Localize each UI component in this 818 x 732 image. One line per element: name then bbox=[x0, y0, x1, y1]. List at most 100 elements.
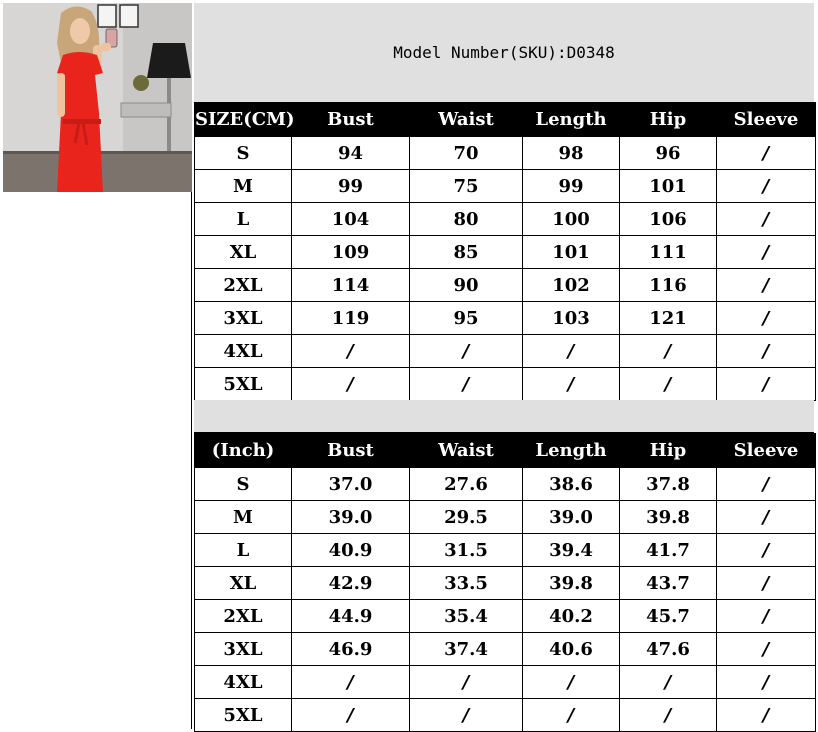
column-header: Waist bbox=[409, 102, 523, 137]
model-number-text: Model Number(SKU):D0348 bbox=[393, 43, 615, 62]
model-number-header: Model Number(SKU):D0348 bbox=[194, 3, 814, 102]
measurement-cell: / bbox=[291, 367, 410, 401]
measurement-cell: 40.6 bbox=[522, 632, 620, 666]
measurement-cell: 104 bbox=[291, 202, 410, 236]
table-row: S 37.0 27.6 38.6 37.8/ bbox=[194, 467, 816, 501]
measurement-cell: 35.4 bbox=[409, 599, 523, 633]
table-row: M 39.0 29.5 39.0 39.8/ bbox=[194, 500, 816, 534]
measurement-cell: 37.0 bbox=[291, 467, 410, 501]
measurement-cell: / bbox=[619, 367, 717, 401]
size-label-cell: 2XL bbox=[194, 268, 292, 302]
table-row: 4XL / / / / / bbox=[194, 334, 816, 368]
size-label-cell: XL bbox=[194, 566, 292, 600]
measurement-cell: / bbox=[522, 698, 620, 732]
measurement-cell: / bbox=[291, 665, 410, 699]
measurement-cell: 116 bbox=[619, 268, 717, 302]
measurement-cell: 38.6 bbox=[522, 467, 620, 501]
size-label-cell: S bbox=[194, 467, 292, 501]
measurement-cell: / bbox=[716, 367, 816, 401]
table-separator bbox=[194, 400, 814, 433]
measurement-cell: 95 bbox=[409, 301, 523, 335]
size-label-cell: M bbox=[194, 169, 292, 203]
measurement-cell: / bbox=[716, 334, 816, 368]
measurement-cell: 31.5 bbox=[409, 533, 523, 567]
size-label-cell: L bbox=[194, 533, 292, 567]
measurement-cell: 33.5 bbox=[409, 566, 523, 600]
measurement-cell: 37.4 bbox=[409, 632, 523, 666]
measurement-cell: 101 bbox=[522, 235, 620, 269]
column-header: Bust bbox=[291, 433, 410, 468]
measurement-cell: 42.9 bbox=[291, 566, 410, 600]
measurement-cell: 39.8 bbox=[522, 566, 620, 600]
measurement-cell: / bbox=[619, 334, 717, 368]
column-header: Bust bbox=[291, 102, 410, 137]
measurement-cell: 41.7 bbox=[619, 533, 717, 567]
measurement-cell: 29.5 bbox=[409, 500, 523, 534]
measurement-cell: 44.9 bbox=[291, 599, 410, 633]
measurement-cell: 102 bbox=[522, 268, 620, 302]
column-header: Waist bbox=[409, 433, 523, 468]
column-header: (Inch) bbox=[194, 433, 292, 468]
column-header: SIZE(CM) bbox=[194, 102, 295, 137]
table-row: S 94 70 98 96/ bbox=[194, 136, 816, 170]
measurement-cell: 109 bbox=[291, 235, 410, 269]
measurement-cell: 94 bbox=[291, 136, 410, 170]
measurement-cell: 39.0 bbox=[291, 500, 410, 534]
measurement-cell: 90 bbox=[409, 268, 523, 302]
measurement-cell: / bbox=[716, 467, 816, 501]
size-label-cell: 5XL bbox=[194, 698, 292, 732]
table-row: M 99 75 99 101/ bbox=[194, 169, 816, 203]
measurement-cell: / bbox=[409, 367, 523, 401]
measurement-cell: 101 bbox=[619, 169, 717, 203]
measurement-cell: 39.8 bbox=[619, 500, 717, 534]
measurement-cell: 114 bbox=[291, 268, 410, 302]
measurement-cell: / bbox=[291, 334, 410, 368]
measurement-cell: 99 bbox=[291, 169, 410, 203]
measurement-cell: / bbox=[716, 533, 816, 567]
measurement-cell: / bbox=[619, 665, 717, 699]
column-header: Length bbox=[522, 102, 620, 137]
measurement-cell: 121 bbox=[619, 301, 717, 335]
table-header-row: (Inch) Bust Waist Length Hip Sleeve bbox=[194, 433, 816, 468]
table-row: 4XL / / / / / bbox=[194, 665, 816, 699]
table-row: 5XL / / / / / bbox=[194, 367, 816, 401]
size-label-cell: 3XL bbox=[194, 632, 292, 666]
size-label-cell: XL bbox=[194, 235, 292, 269]
measurement-cell: 39.0 bbox=[522, 500, 620, 534]
size-label-cell: 3XL bbox=[194, 301, 292, 335]
measurement-cell: / bbox=[716, 202, 816, 236]
column-header: Sleeve bbox=[716, 102, 816, 137]
size-label-cell: 4XL bbox=[194, 665, 292, 699]
measurement-cell: 111 bbox=[619, 235, 717, 269]
measurement-cell: / bbox=[409, 698, 523, 732]
measurement-cell: 85 bbox=[409, 235, 523, 269]
column-header: Length bbox=[522, 433, 620, 468]
measurement-cell: 99 bbox=[522, 169, 620, 203]
measurement-cell: / bbox=[716, 566, 816, 600]
measurement-cell: 75 bbox=[409, 169, 523, 203]
measurement-cell: / bbox=[409, 665, 523, 699]
table-row: 5XL / / / / / bbox=[194, 698, 816, 732]
measurement-cell: / bbox=[522, 367, 620, 401]
measurement-cell: / bbox=[716, 698, 816, 732]
size-label-cell: S bbox=[194, 136, 292, 170]
model-photo bbox=[3, 3, 192, 192]
measurement-cell: 80 bbox=[409, 202, 523, 236]
table-header-row: SIZE(CM) Bust Waist Length Hip Sleeve bbox=[194, 102, 816, 137]
measurement-cell: / bbox=[716, 235, 816, 269]
measurement-cell: 96 bbox=[619, 136, 717, 170]
measurement-cell: / bbox=[522, 334, 620, 368]
size-label-cell: L bbox=[194, 202, 292, 236]
measurement-cell: / bbox=[716, 665, 816, 699]
measurement-cell: / bbox=[291, 698, 410, 732]
measurement-cell: 39.4 bbox=[522, 533, 620, 567]
column-header: Sleeve bbox=[716, 433, 816, 468]
measurement-cell: / bbox=[716, 632, 816, 666]
measurement-cell: / bbox=[409, 334, 523, 368]
measurement-cell: 45.7 bbox=[619, 599, 717, 633]
measurement-cell: / bbox=[716, 169, 816, 203]
measurement-cell: / bbox=[716, 599, 816, 633]
table-row: 3XL 46.9 37.4 40.6 47.6/ bbox=[194, 632, 816, 666]
size-label-cell: 4XL bbox=[194, 334, 292, 368]
column-header: Hip bbox=[619, 102, 717, 137]
